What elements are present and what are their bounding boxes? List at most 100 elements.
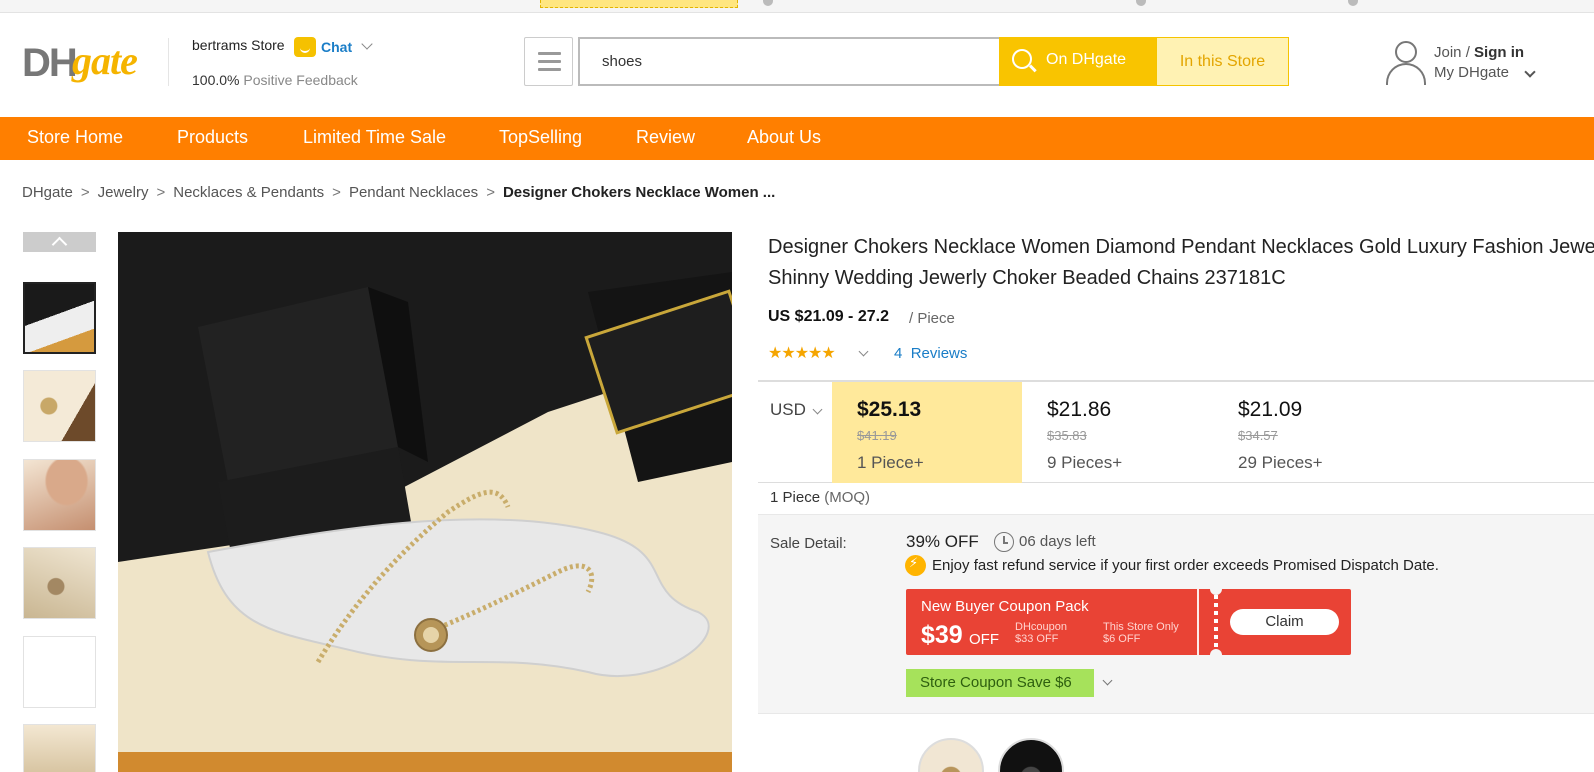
search-in-store-button[interactable]: In this Store (1156, 37, 1289, 86)
product-title-line: Shinny Wedding Jewerly Choker Beaded Cha… (768, 267, 1286, 289)
product-thumbnail[interactable] (23, 724, 96, 772)
chevron-down-icon[interactable] (812, 404, 823, 415)
price-tiers: USD $25.13 $41.19 1 Piece+ $21.86 $35.83… (758, 380, 1594, 483)
nav-limited-time-sale[interactable]: Limited Time Sale (303, 127, 446, 148)
menu-bar (538, 60, 561, 63)
breadcrumb: DHgate > Jewelry > Necklaces & Pendants > Pend… (22, 184, 775, 201)
tier-quantity: 1 Piece+ (857, 453, 924, 472)
logo-gate: gate (72, 38, 138, 83)
join-separator: / (1461, 44, 1475, 61)
option-swatch[interactable] (918, 738, 984, 772)
chat-link[interactable]: Chat (321, 39, 352, 55)
product-thumbnail[interactable] (23, 547, 96, 619)
menu-bar (538, 52, 561, 55)
chevron-down-icon[interactable] (1102, 675, 1113, 686)
search-on-dhgate-label: On DHgate (1046, 51, 1127, 68)
coupon-off-label: OFF (969, 631, 999, 648)
top-promo-banner[interactable] (540, 0, 738, 8)
price-tier[interactable]: $21.86 $35.83 9 Pieces+ (1022, 382, 1212, 483)
price-tier[interactable]: $21.09 $34.57 29 Pieces+ (1213, 382, 1403, 483)
menu-bar (538, 68, 561, 71)
strip-icon (763, 0, 773, 6)
tier-price: $21.09 (1238, 398, 1303, 421)
review-count: 4 (894, 345, 903, 362)
reviews-link[interactable]: 4 Reviews (894, 345, 967, 362)
tier-quantity: 9 Pieces+ (1047, 453, 1123, 472)
join-signin: Join / Sign in (1434, 44, 1524, 61)
chevron-down-icon[interactable] (361, 38, 373, 50)
chat-icon[interactable] (294, 37, 316, 57)
currency-selector[interactable]: USD (770, 400, 806, 420)
logo-dh: DH (22, 41, 78, 85)
moq-label: (MOQ) (824, 489, 871, 506)
tier-price: $25.13 (857, 398, 922, 421)
tier-original-price: $35.83 (1047, 428, 1087, 443)
coupon-detail-store: This Store Only $6 OFF (1103, 621, 1179, 645)
store-coupon-badge[interactable]: Store Coupon Save $6 (906, 669, 1094, 697)
review-label: Reviews (910, 345, 968, 362)
coupon-title: New Buyer Coupon Pack (921, 598, 1089, 615)
coupon-detail-value: $6 OFF (1103, 633, 1141, 645)
tier-quantity: 29 Pieces+ (1238, 453, 1323, 472)
coupon-detail-dhcoupon: DHcoupon $33 OFF (1015, 621, 1067, 645)
new-buyer-coupon: New Buyer Coupon Pack $39 OFF DHcoupon $… (906, 583, 1351, 661)
product-photo (118, 232, 732, 772)
nav-topselling[interactable]: TopSelling (499, 127, 582, 148)
breadcrumb-separator: > (486, 184, 495, 201)
breadcrumb-item[interactable]: Jewelry (98, 184, 149, 201)
coupon-amount: $39 (921, 621, 963, 649)
coupon-divider (1197, 589, 1199, 655)
breadcrumb-separator: > (156, 184, 166, 201)
sign-in-link[interactable]: Sign in (1474, 44, 1524, 61)
search-icon (1012, 49, 1032, 69)
coupon-notch (1210, 583, 1222, 595)
store-name[interactable]: bertrams Store (192, 37, 285, 53)
nav-review[interactable]: Review (636, 127, 695, 148)
strip-icon (1348, 0, 1358, 6)
product-thumbnail[interactable] (23, 370, 96, 442)
product-title-line: Designer Chokers Necklace Women Diamond … (768, 236, 1594, 258)
fast-refund-note: Enjoy fast refund service if your first … (932, 557, 1439, 574)
moq: 1 Piece (MOQ) (770, 489, 870, 506)
search-on-dhgate-button[interactable]: On DHgate (999, 37, 1156, 86)
price-unit: / Piece (909, 310, 955, 327)
product-thumbnail[interactable] (23, 459, 96, 531)
product-thumbnail[interactable] (23, 282, 96, 354)
nav-store-home[interactable]: Store Home (27, 127, 123, 148)
dhgate-logo[interactable]: DH gate (22, 38, 146, 93)
join-link[interactable]: Join (1434, 44, 1462, 61)
chevron-down-icon[interactable] (858, 346, 869, 357)
coupon-detail-value: $33 OFF (1015, 633, 1059, 645)
product-thumbnail[interactable] (23, 636, 96, 708)
positive-feedback: 100.0% Positive Feedback (192, 72, 358, 88)
product-main-image[interactable] (118, 232, 732, 772)
clock-icon (994, 532, 1014, 552)
product-title: Designer Chokers Necklace Women Diamond … (768, 232, 1594, 294)
header-divider (168, 38, 169, 86)
search-box (578, 37, 999, 86)
tier-price: $21.86 (1047, 398, 1112, 421)
breadcrumb-item[interactable]: Pendant Necklaces (349, 184, 478, 201)
coupon-detail-label: DHcoupon (1015, 621, 1067, 633)
breadcrumb-separator: > (80, 184, 90, 201)
breadcrumb-item[interactable]: DHgate (22, 184, 73, 201)
my-dhgate-link[interactable]: My DHgate (1434, 64, 1509, 81)
claim-button[interactable]: Claim (1230, 609, 1339, 635)
nav-products[interactable]: Products (177, 127, 248, 148)
user-icon[interactable] (1384, 41, 1428, 85)
breadcrumb-item[interactable]: Necklaces & Pendants (173, 184, 324, 201)
sale-detail-panel: Sale Detail: 39% OFF 06 days left Enjoy … (758, 514, 1594, 714)
price-tier[interactable]: $25.13 $41.19 1 Piece+ (832, 382, 1022, 483)
search-input[interactable] (580, 39, 999, 84)
option-swatch[interactable] (998, 738, 1064, 772)
category-menu-button[interactable] (524, 37, 573, 86)
days-left: 06 days left (1019, 533, 1096, 550)
discount-percent: 39% OFF (906, 532, 979, 551)
strip-icon (1136, 0, 1146, 6)
chevron-down-icon[interactable] (1524, 66, 1536, 78)
coupon-perforation (1214, 595, 1218, 649)
rating-stars[interactable]: ★★★★★ (768, 343, 836, 363)
thumbnail-scroll-up-button[interactable] (23, 232, 96, 252)
coupon-detail-label: This Store Only (1103, 621, 1179, 633)
nav-about-us[interactable]: About Us (747, 127, 821, 148)
